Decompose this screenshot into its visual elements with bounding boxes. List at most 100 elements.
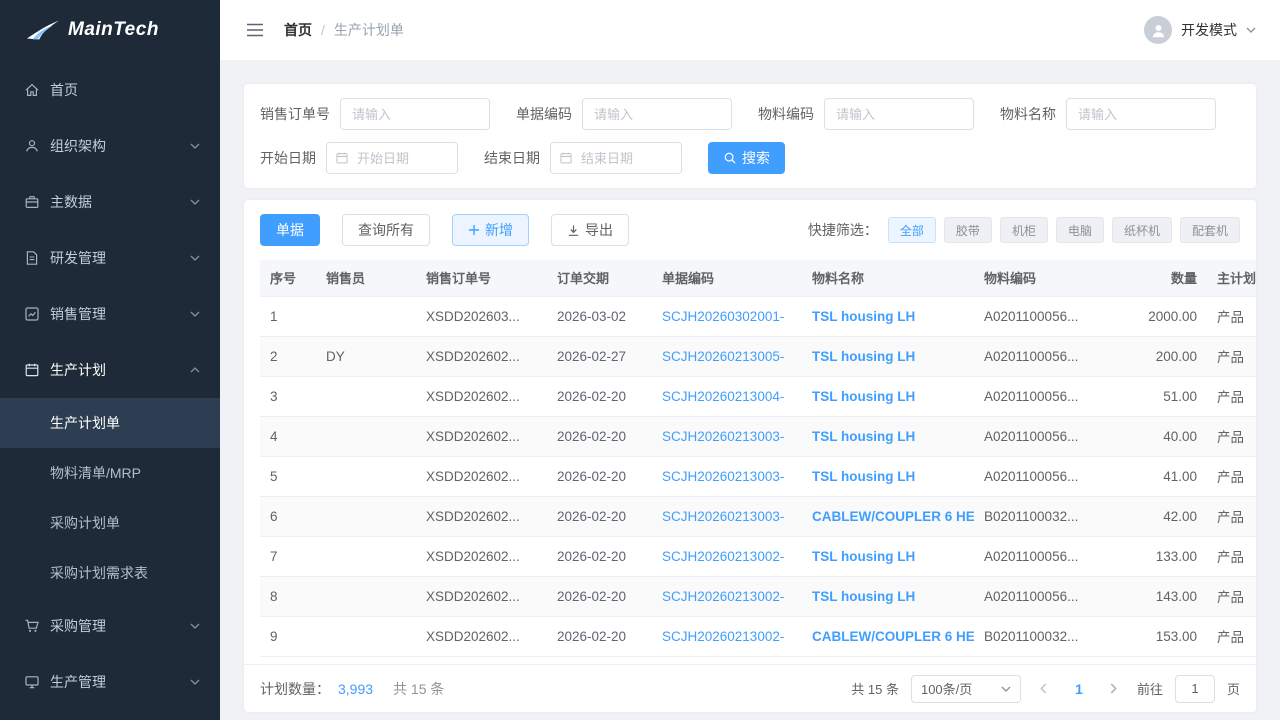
table-row[interactable]: 6XSDD202602...2026-02-20SCJH20260213003-… (260, 496, 1256, 536)
quick-filter-button[interactable]: 电脑 (1056, 217, 1104, 243)
chevron-down-icon (190, 311, 200, 317)
doc-code-link[interactable]: SCJH20260213004- (662, 389, 784, 404)
cell-plan-type: 产品 (1207, 376, 1256, 416)
plan-qty-label: 计划数量： (260, 679, 330, 699)
document-icon (24, 250, 40, 266)
export-button-label: 导出 (585, 220, 613, 240)
material-name-link[interactable]: TSL housing LH (812, 589, 915, 604)
search-button[interactable]: 搜索 (708, 142, 785, 174)
sidebar-subitem-bom-mrp[interactable]: 物料清单/MRP (0, 448, 220, 498)
column-header: 物料编码 (974, 260, 1092, 296)
chevron-down-icon (1246, 27, 1256, 33)
sidebar-item-production-mgmt[interactable]: 生产管理 (0, 654, 220, 710)
sidebar-subitem-label: 生产计划单 (50, 413, 120, 433)
doc-button[interactable]: 单据 (260, 214, 320, 246)
table-row[interactable]: 5XSDD202602...2026-02-20SCJH20260213003-… (260, 456, 1256, 496)
sidebar-item-master-data[interactable]: 主数据 (0, 174, 220, 230)
doc-code-link[interactable]: SCJH20260302001- (662, 309, 784, 324)
table-row[interactable]: 1XSDD202603...2026-03-02SCJH20260302001-… (260, 296, 1256, 336)
page-size-value: 100条/页 (921, 679, 972, 698)
material-name-link[interactable]: TSL housing LH (812, 549, 915, 564)
sidebar-item-rd-mgmt[interactable]: 研发管理 (0, 230, 220, 286)
goto-page-input[interactable] (1175, 675, 1215, 703)
material-name-link[interactable]: TSL housing LH (812, 309, 915, 324)
brand-name: MainTech (68, 19, 159, 41)
sidebar-item-home[interactable]: 首页 (0, 62, 220, 118)
cell-due-date: 2026-02-20 (547, 496, 652, 536)
column-header: 单据编码 (652, 260, 802, 296)
sidebar-item-label: 销售管理 (50, 304, 190, 324)
sidebar-subitem-purchase-plan-order[interactable]: 采购计划单 (0, 498, 220, 548)
cell-order-no: XSDD202602... (416, 616, 547, 656)
quick-filter-button[interactable]: 纸杯机 (1112, 217, 1172, 243)
material-name-link[interactable]: TSL housing LH (812, 389, 915, 404)
breadcrumb-home[interactable]: 首页 (284, 20, 312, 40)
sidebar-item-purchase-mgmt[interactable]: 采购管理 (0, 598, 220, 654)
export-button[interactable]: 导出 (551, 214, 629, 246)
query-all-button[interactable]: 查询所有 (342, 214, 430, 246)
cell-order-no: XSDD202602... (416, 336, 547, 376)
sidebar-subitem-purchase-plan-demand[interactable]: 采购计划需求表 (0, 548, 220, 598)
cart-icon (24, 618, 40, 634)
doc-code-link[interactable]: SCJH20260213003- (662, 509, 784, 524)
material-name-link[interactable]: TSL housing LH (812, 349, 915, 364)
chevron-down-icon (190, 679, 200, 685)
sidebar: MainTech 首页组织架构主数据研发管理销售管理生产计划生产计划单物料清单/… (0, 0, 220, 720)
prev-page-button[interactable] (1033, 676, 1055, 702)
table-row[interactable]: 7XSDD202602...2026-02-20SCJH20260213002-… (260, 536, 1256, 576)
hamburger-menu-icon[interactable] (246, 23, 264, 37)
table-row[interactable]: 8XSDD202602...2026-02-20SCJH20260213002-… (260, 576, 1256, 616)
filter-field-start-date: 开始日期 (260, 142, 458, 174)
cell-salesperson: DY (316, 336, 416, 376)
cell-material-code: A0201100056... (974, 536, 1092, 576)
sidebar-item-org[interactable]: 组织架构 (0, 118, 220, 174)
quick-filter-button[interactable]: 配套机 (1180, 217, 1240, 243)
doc-code-link[interactable]: SCJH20260213002- (662, 549, 784, 564)
sidebar-subitem-label: 采购计划需求表 (50, 563, 148, 583)
doc-code-link[interactable]: SCJH20260213002- (662, 589, 784, 604)
sidebar-subitem-production-plan-order[interactable]: 生产计划单 (0, 398, 220, 448)
table-row[interactable]: 3XSDD202602...2026-02-20SCJH20260213004-… (260, 376, 1256, 416)
table-wrap: 序号销售员销售订单号订单交期单据编码物料名称物料编码数量主计划 1XSDD202… (260, 260, 1256, 664)
sidebar-item-production-plan[interactable]: 生产计划 (0, 342, 220, 398)
cell-qty: 143.00 (1092, 576, 1207, 616)
cell-order-no: XSDD202602... (416, 376, 547, 416)
material-name-link[interactable]: CABLEW/COUPLER 6 HE (812, 629, 974, 644)
quick-filter-button[interactable]: 全部 (888, 217, 936, 243)
material-name-link[interactable]: CABLEW/COUPLER 6 HE (812, 509, 974, 524)
doc-code-link[interactable]: SCJH20260213003- (662, 469, 784, 484)
next-page-button[interactable] (1103, 676, 1125, 702)
add-button[interactable]: 新增 (452, 214, 529, 246)
total-count: 共 15 条 (393, 679, 444, 699)
doc-code-link[interactable]: SCJH20260213002- (662, 629, 784, 644)
page-number[interactable]: 1 (1067, 681, 1091, 697)
page-size-select[interactable]: 100条/页 (911, 675, 1021, 703)
doc-code-input[interactable] (582, 98, 732, 130)
material-code-input[interactable] (824, 98, 974, 130)
cell-due-date: 2026-02-27 (547, 336, 652, 376)
cell-material-code: A0201100056... (974, 296, 1092, 336)
quick-filter-button[interactable]: 胶带 (944, 217, 992, 243)
cell-due-date: 2026-02-20 (547, 576, 652, 616)
material-name-link[interactable]: TSL housing LH (812, 429, 915, 444)
field-label: 开始日期 (260, 148, 316, 168)
logo-swoosh-icon (26, 19, 60, 41)
doc-code-link[interactable]: SCJH20260213003- (662, 429, 784, 444)
pagination-bar: 计划数量： 3,993 共 15 条 共 15 条 100条/页 1 (244, 664, 1256, 712)
user-menu[interactable]: 开发模式 (1144, 16, 1256, 44)
sidebar-item-label: 生产计划 (50, 360, 190, 380)
cell-material-code: B0201100032... (974, 616, 1092, 656)
cell-qty: 51.00 (1092, 376, 1207, 416)
goto-label: 前往 (1137, 679, 1163, 698)
doc-code-link[interactable]: SCJH20260213005- (662, 349, 784, 364)
avatar (1144, 16, 1172, 44)
material-name-link[interactable]: TSL housing LH (812, 469, 915, 484)
sales-order-no-input[interactable] (340, 98, 490, 130)
material-name-input[interactable] (1066, 98, 1216, 130)
sidebar-item-sales-mgmt[interactable]: 销售管理 (0, 286, 220, 342)
download-icon (567, 224, 580, 237)
quick-filter-button[interactable]: 机柜 (1000, 217, 1048, 243)
table-row[interactable]: 2DYXSDD202602...2026-02-27SCJH2026021300… (260, 336, 1256, 376)
table-row[interactable]: 4XSDD202602...2026-02-20SCJH20260213003-… (260, 416, 1256, 456)
table-row[interactable]: 9XSDD202602...2026-02-20SCJH20260213002-… (260, 616, 1256, 656)
